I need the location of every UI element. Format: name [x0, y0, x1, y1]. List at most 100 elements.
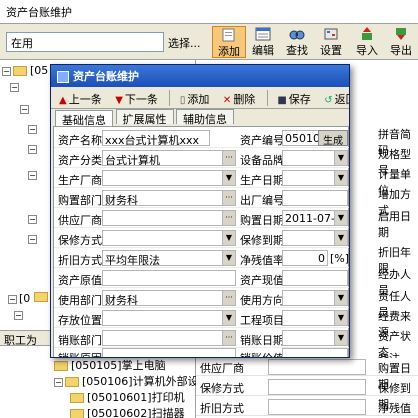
- dialog-titlebar[interactable]: 资产台账维护: [51, 65, 349, 87]
- row-warranty: 保修方式 ▼ 保修到期 ▼: [54, 229, 349, 248]
- chevron-down-icon[interactable]: ▼: [334, 151, 347, 165]
- save-button[interactable]: ■ 保存: [273, 89, 314, 107]
- tab-basic-info[interactable]: 基础信息: [55, 110, 113, 127]
- chevron-down-icon[interactable]: ▼: [334, 331, 347, 345]
- buy-date-select[interactable]: 2011-07-21 ▼: [282, 210, 348, 226]
- chevron-down-icon[interactable]: ▼: [334, 291, 347, 305]
- orig-value-input[interactable]: [102, 270, 236, 286]
- row-asset-name: 资产名称 xxx台式计算机xxx 资产编号 0501010002 生成: [54, 129, 349, 148]
- settings-button[interactable]: 设置: [314, 26, 348, 58]
- depr-method-select[interactable]: 平均年限法 ▼: [102, 250, 236, 266]
- row-dept: 购置部门 财务科 ··· 出厂编号: [54, 189, 349, 208]
- app-icon: [57, 71, 69, 83]
- delete-button[interactable]: ✕ 删除: [219, 89, 259, 107]
- find-button[interactable]: 查找: [280, 26, 314, 58]
- export-icon: [396, 28, 406, 40]
- sale-dept-input[interactable]: ···: [102, 330, 236, 346]
- edit-button[interactable]: 编辑: [246, 26, 280, 58]
- maker-select[interactable]: ▼: [102, 170, 236, 186]
- sale-date-select[interactable]: ▼: [282, 330, 348, 346]
- back-button[interactable]: ↺返回: [320, 89, 349, 107]
- arrow-up-icon: ▲: [59, 95, 67, 106]
- tree-node-peripherals[interactable]: − [050106]计算机外部设备: [54, 373, 210, 388]
- row-location: 存放位置 ▼ 工程项目 ▼: [54, 309, 349, 328]
- toolbar-separator: [169, 90, 171, 106]
- serial-input[interactable]: [282, 190, 348, 206]
- usage-select[interactable]: ▼: [282, 290, 348, 306]
- location-select[interactable]: ▼: [102, 310, 236, 326]
- tree-node[interactable]: −: [10, 80, 21, 94]
- current-value-input[interactable]: [282, 270, 348, 286]
- category-input[interactable]: 台式计算机 ···: [102, 150, 236, 166]
- next-record-button[interactable]: ▼ 下一条: [111, 89, 162, 107]
- sale-value-input[interactable]: [282, 348, 348, 357]
- ellipsis-icon[interactable]: ···: [222, 151, 235, 165]
- chevron-down-icon[interactable]: ▼: [334, 231, 347, 245]
- ellipsis-icon[interactable]: ···: [222, 211, 235, 225]
- folder-icon: [13, 66, 27, 76]
- tree-node[interactable]: −: [28, 212, 39, 226]
- row-supplier: 供应厂商 ··· 购置日期 2011-07-21 ▼: [54, 209, 349, 228]
- chevron-down-icon[interactable]: ▼: [222, 311, 235, 325]
- warranty-select[interactable]: ▼: [102, 230, 236, 246]
- collapse-icon: −: [28, 124, 37, 134]
- prev-record-button[interactable]: ▲ 上一条: [55, 89, 106, 107]
- collapse-icon: −: [8, 294, 17, 304]
- warranty-exp-select[interactable]: ▼: [282, 230, 348, 246]
- chevron-down-icon[interactable]: ▼: [222, 171, 235, 185]
- chevron-down-icon[interactable]: ▼: [334, 311, 347, 325]
- save-icon: ■: [277, 95, 287, 106]
- chevron-down-icon[interactable]: ▼: [334, 211, 347, 225]
- search-icon: [289, 30, 305, 40]
- chevron-down-icon[interactable]: ▼: [222, 231, 235, 245]
- tree-node[interactable]: [34, 290, 51, 304]
- collapse-icon: −: [28, 214, 37, 224]
- tab-extended[interactable]: 扩展属性: [115, 109, 174, 126]
- status-filter-combo[interactable]: 在用: [6, 32, 164, 52]
- tree-node[interactable]: −: [28, 122, 39, 136]
- folder-icon: [34, 292, 48, 302]
- export-button[interactable]: 导出: [384, 26, 418, 58]
- tab-auxiliary[interactable]: 辅助信息: [176, 109, 234, 126]
- tree-node[interactable]: −: [28, 142, 39, 156]
- brand-select[interactable]: ▼: [282, 150, 348, 166]
- tree-node-printer[interactable]: [05010601]打印机: [70, 389, 185, 404]
- collapse-icon: −: [2, 66, 11, 76]
- ellipsis-icon[interactable]: ···: [222, 331, 235, 345]
- collapse-icon: −: [28, 234, 37, 244]
- basic-info-form: 资产名称 xxx台式计算机xxx 资产编号 0501010002 生成 资产分类…: [53, 126, 349, 357]
- chevron-down-icon[interactable]: ▼: [222, 251, 235, 265]
- tree-node[interactable]: −: [28, 232, 39, 246]
- tree-node-scanner[interactable]: [05010602]扫描器: [70, 405, 185, 418]
- tree-node-root[interactable]: − [05: [2, 64, 48, 78]
- bg-row-supplier: 供应厂商 购置日期: [196, 358, 418, 391]
- sale-reason-input[interactable]: [102, 348, 236, 357]
- add-button[interactable]: 添加: [212, 26, 246, 58]
- bg-warranty-input[interactable]: [268, 379, 366, 395]
- asset-dialog: 资产台账维护 ▲上一条 ▼下一条 ▯添加 ✕删除 ■保存 ↺返回 基础信息 扩展…: [50, 64, 350, 358]
- ellipsis-icon[interactable]: ···: [222, 291, 235, 305]
- asset-name-input[interactable]: xxx台式计算机xxx: [102, 130, 210, 146]
- generate-button[interactable]: 生成: [318, 130, 348, 147]
- tree-node[interactable]: −: [14, 308, 25, 322]
- delete-icon: ✕: [222, 95, 232, 106]
- dialog-add-button[interactable]: ▯ 添加: [176, 89, 214, 107]
- import-button[interactable]: 导入: [350, 26, 384, 58]
- chevron-down-icon[interactable]: ▼: [334, 171, 347, 185]
- residual-rate-input[interactable]: 0: [282, 250, 328, 266]
- bg-depr-input[interactable]: [268, 399, 366, 415]
- folder-icon: [70, 409, 84, 418]
- tree-node[interactable]: −: [28, 168, 39, 182]
- tree-node[interactable]: −: [20, 102, 31, 116]
- supplier-input[interactable]: ···: [102, 210, 236, 226]
- project-select[interactable]: ▼: [282, 310, 348, 326]
- choose-link[interactable]: 选择...: [168, 35, 201, 51]
- ellipsis-icon[interactable]: ···: [222, 191, 235, 205]
- bg-supplier-input[interactable]: [268, 359, 366, 375]
- dept-input[interactable]: 财务科 ···: [102, 190, 236, 206]
- tree-node[interactable]: − [0: [8, 292, 30, 306]
- collapse-icon: −: [14, 310, 23, 320]
- use-dept-input[interactable]: 财务科 ···: [102, 290, 236, 306]
- prod-date-select[interactable]: ▼: [282, 170, 348, 186]
- tree-node-handheld[interactable]: [050105]掌上电脑: [54, 357, 166, 372]
